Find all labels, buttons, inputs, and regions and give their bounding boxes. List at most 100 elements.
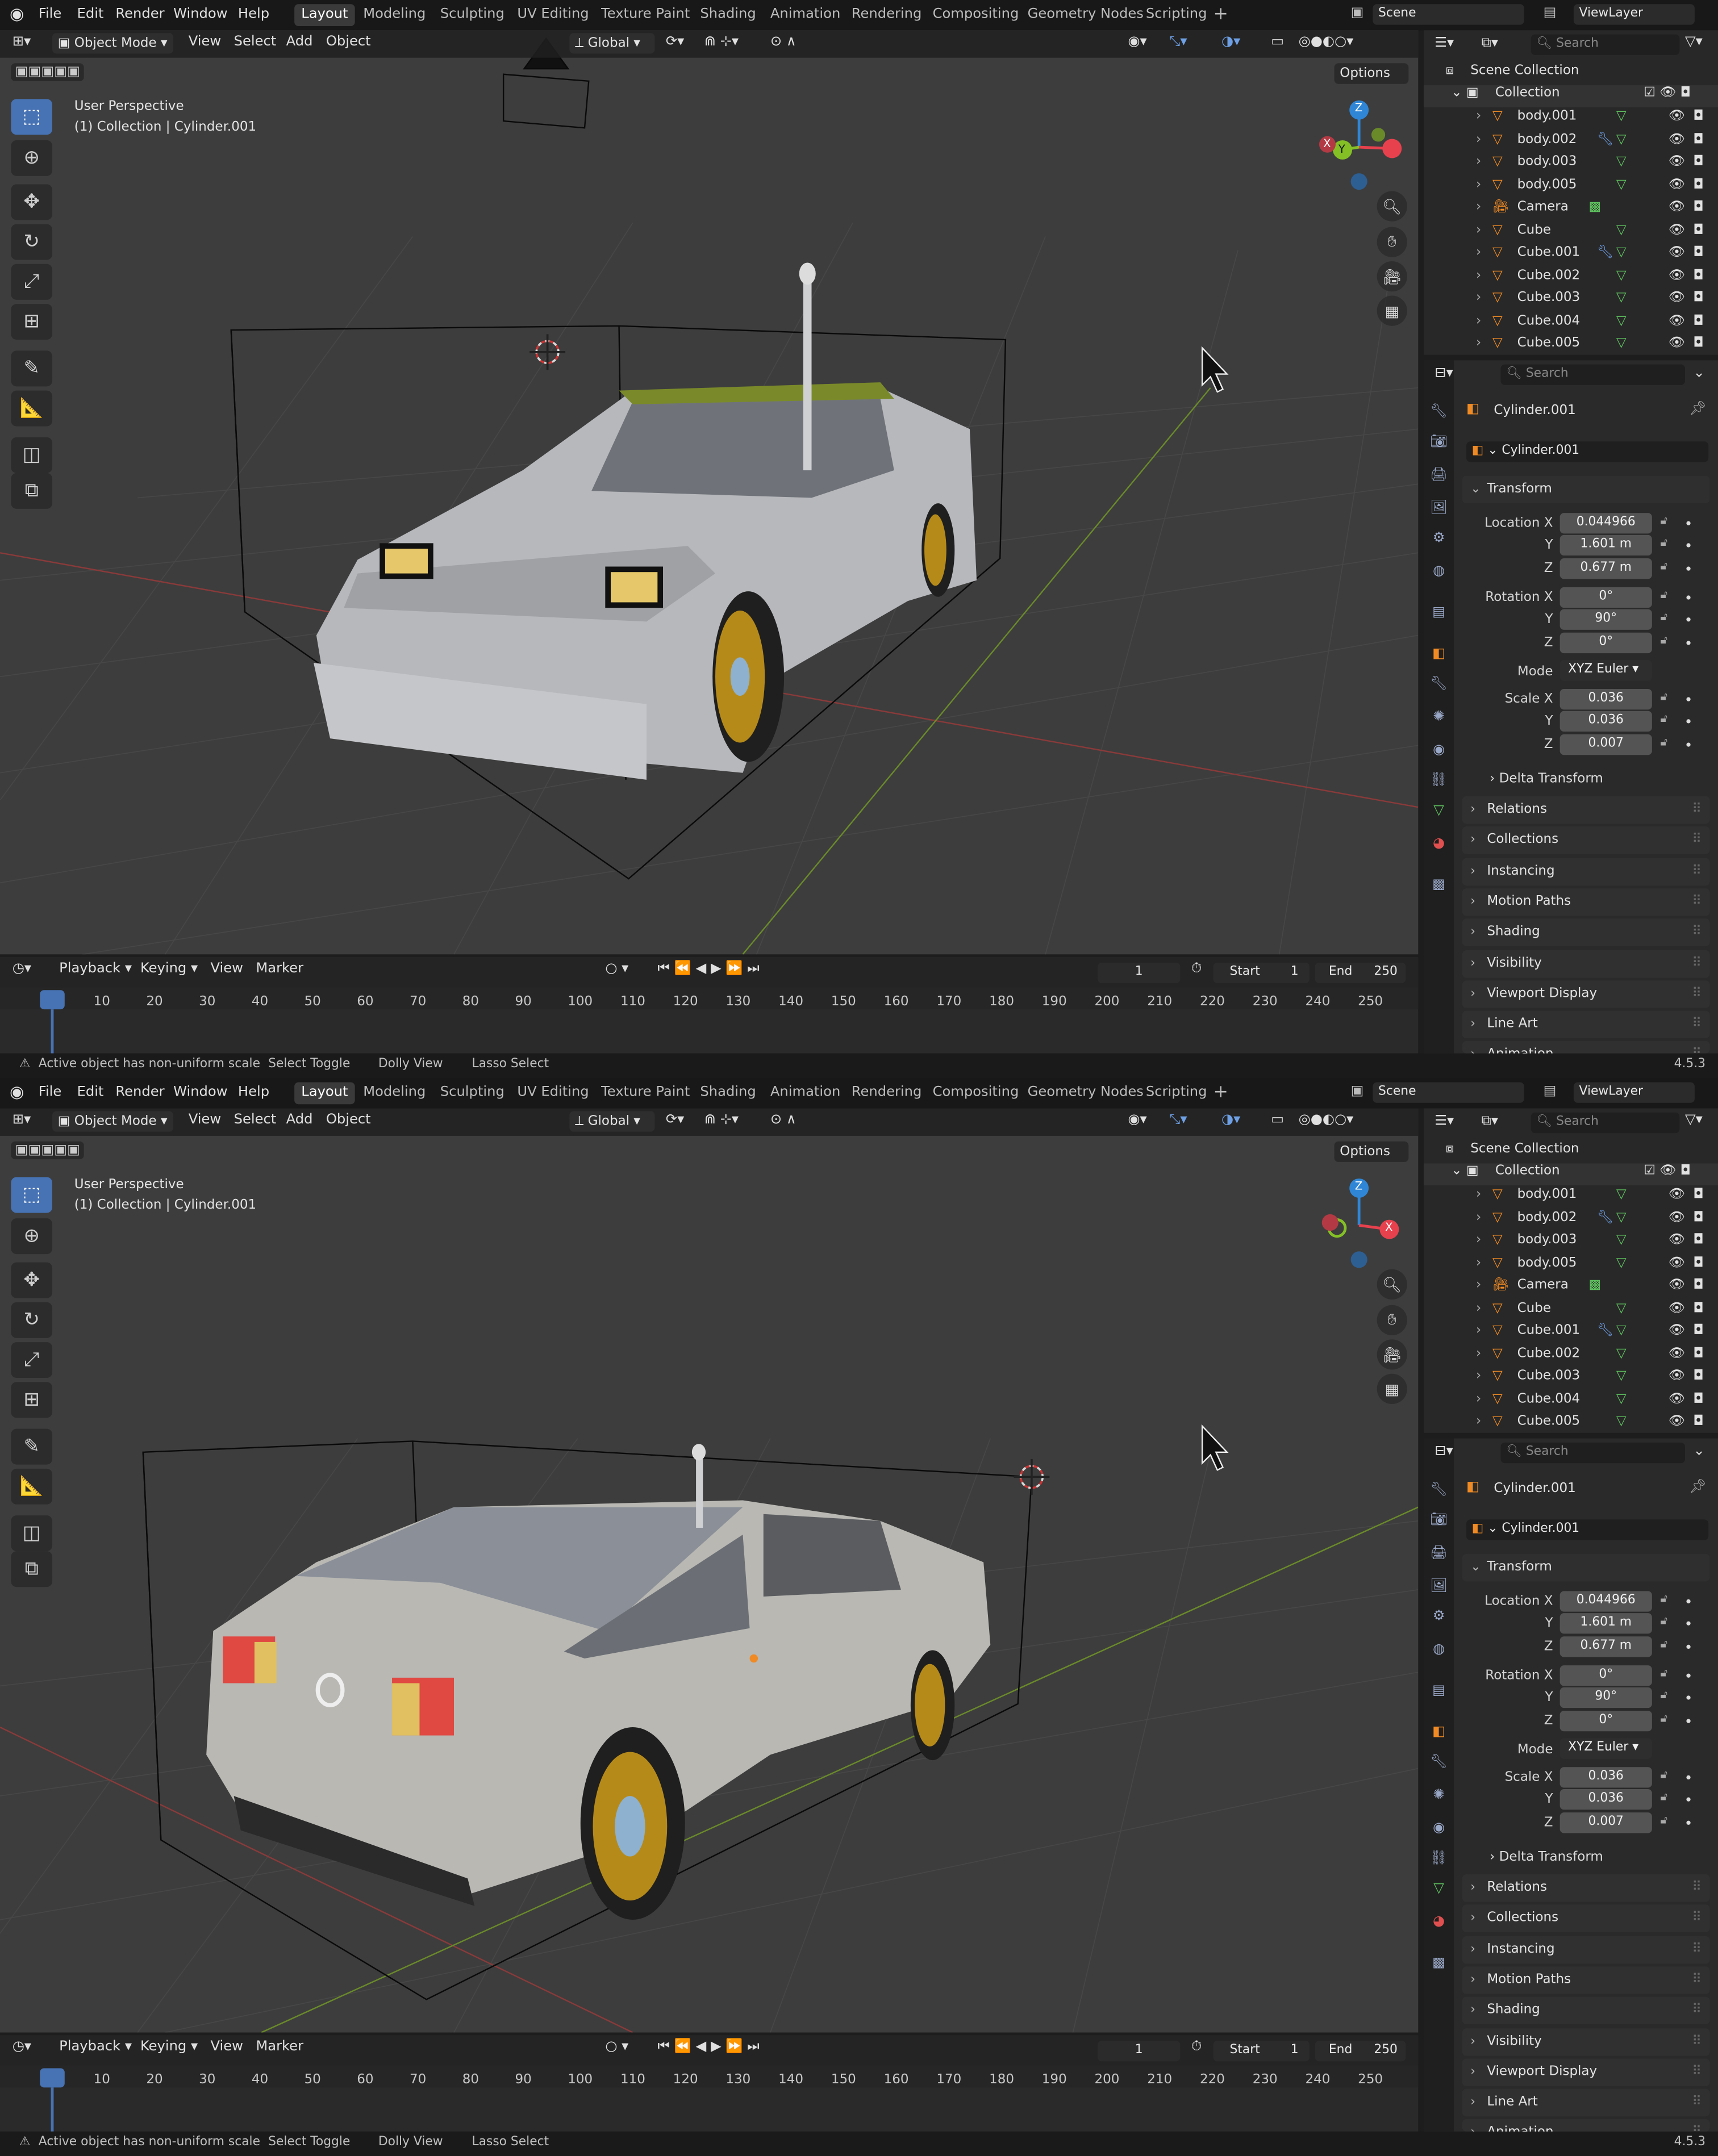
drag-handle-icon[interactable]: ⠿ [1692,796,1702,824]
world-icon[interactable]: ◍ [1428,1639,1450,1661]
scale-y-field[interactable]: 0.036 [1559,711,1652,732]
collection-props-icon[interactable]: ▤ [1428,1681,1450,1703]
menu-file[interactable]: File [39,1085,62,1100]
keyframe-dot-icon[interactable] [1686,742,1691,747]
pan-hand-icon[interactable]: ✋︎ [1377,227,1407,257]
outliner-row[interactable]: › ▽ body.001 ▽ 👁︎ ◘ [1424,108,1718,131]
3d-viewport[interactable]: Z Y X User Perspective (1) Collection | … [0,30,1419,955]
gizmo-toggle-icon[interactable]: ⤡▾ [1169,1113,1187,1128]
outliner-row[interactable]: › ▽ Cube.004 ▽ 👁︎ ◘ [1424,1391,1718,1413]
tool-settings-icon[interactable]: 🔧︎ [1428,1480,1450,1502]
render-camera-icon[interactable]: ◘ [1693,1300,1703,1315]
keyframe-dot-icon[interactable] [1686,521,1691,525]
outliner-search[interactable]: 🔍︎ Search [1531,34,1680,55]
camera-view-icon[interactable]: 🎥︎ [1377,1339,1407,1370]
timeline-editor-icon[interactable]: ◷▾ [12,961,31,976]
expand-chevron-icon[interactable]: › [1476,131,1481,147]
playhead[interactable] [40,990,65,1010]
start-frame-field[interactable]: Start 1 [1213,962,1310,984]
expand-chevron-icon[interactable]: › [1476,1232,1481,1247]
gizmo-toggle-icon[interactable]: ⤡▾ [1169,35,1187,50]
playback-controls[interactable]: ⏮ ⏪ ◀ ▶ ⏩ ⏭ [657,961,760,976]
keyframe-dot-icon[interactable] [1686,1719,1691,1723]
viewlayer-field[interactable]: ViewLayer [1573,4,1695,25]
keying-menu[interactable]: Keying ▾ [140,961,198,976]
outliner-row[interactable]: › ▽ Cube.004 ▽ 👁︎ ◘ [1424,313,1718,335]
mode-dropdown[interactable]: ▣ Object Mode ▾ [52,33,174,54]
keyframe-dot-icon[interactable] [1686,1775,1691,1780]
current-frame-field[interactable]: 1 [1098,962,1181,984]
scene-props-icon[interactable]: ⚙︎ [1428,528,1450,550]
menu-render[interactable]: Render [115,1085,164,1100]
expand-chevron-icon[interactable]: › [1476,1186,1481,1202]
add-workspace-icon[interactable]: + [1213,1082,1228,1102]
collection-props-icon[interactable]: ▤ [1428,602,1450,624]
drag-handle-icon[interactable]: ⠿ [1692,1936,1702,1963]
expand-chevron-icon[interactable]: › [1476,108,1481,124]
visibility-eye-icon[interactable]: 👁︎ [1669,1346,1685,1361]
tool-move[interactable]: ✥ [11,1262,53,1298]
keyframe-dot-icon[interactable] [1686,595,1691,600]
blender-logo-icon[interactable]: ◉ [10,1082,24,1101]
outliner-row[interactable]: › 🎥︎ Camera ▩ 👁︎ ◘ [1424,199,1718,222]
panel-relations[interactable]: › Relations ⠿ [1462,796,1710,824]
texture-icon[interactable]: ▩ [1428,1953,1450,1975]
tab-animation[interactable]: Animation [770,7,840,22]
menu-edit[interactable]: Edit [77,1085,104,1100]
menu-render[interactable]: Render [115,7,164,22]
particles-icon[interactable]: ✺ [1428,1785,1450,1807]
selection-mode-icons[interactable]: ▣▣▣▣▣ [11,1141,85,1160]
lock-icon[interactable]: 🔓︎ [1660,1689,1667,1702]
playback-menu[interactable]: Playback ▾ [59,2040,132,2055]
tool-move[interactable]: ✥ [11,184,53,220]
camera-view-icon[interactable]: 🎥︎ [1377,261,1407,292]
drag-handle-icon[interactable]: ⠿ [1692,950,1702,977]
outliner-row[interactable]: › ▽ Cube ▽ 👁︎ ◘ [1424,222,1718,244]
stopwatch-icon[interactable]: ⏱ [1191,2040,1202,2055]
delta-transform-subpanel[interactable]: › Delta Transform [1490,771,1603,787]
location-y-field[interactable]: 1.601 m [1559,1613,1652,1634]
options-button[interactable]: Options [1334,1141,1409,1162]
tab-modeling[interactable]: Modeling [363,7,426,22]
render-camera-icon[interactable]: ◘ [1693,1391,1703,1406]
drag-handle-icon[interactable]: ⠿ [1692,888,1702,916]
tab-sculpting[interactable]: Sculpting [440,1085,504,1100]
tool-add-cube[interactable]: ◫ [11,1515,53,1552]
drag-handle-icon[interactable]: ⠿ [1692,1966,1702,1994]
expand-chevron-icon[interactable]: › [1476,245,1481,260]
outliner-row[interactable]: › ▽ Cube.003 ▽ 👁︎ ◘ [1424,290,1718,312]
add-menu[interactable]: Add [286,1113,313,1128]
stopwatch-icon[interactable]: ⏱ [1191,961,1202,976]
keyframe-dot-icon[interactable]: ○ ▾ [605,2040,628,2055]
data-icon[interactable]: ▽ [1428,800,1450,822]
pivot-icon[interactable]: ⟳▾ [666,35,684,50]
properties-editor-icon[interactable]: ⊟▾ [1435,1444,1453,1459]
keyframe-dot-icon[interactable] [1686,1673,1691,1678]
output-icon[interactable]: 🖨︎ [1428,465,1450,487]
visibility-icon[interactable]: ◉▾ [1128,1113,1146,1128]
scene-collection-row[interactable]: ⧈ Scene Collection [1424,63,1718,85]
lock-icon[interactable]: 🔓︎ [1660,536,1667,550]
panel-animation[interactable]: ›Animation⠿ [1462,1041,1710,1054]
world-icon[interactable]: ◍ [1428,561,1450,583]
expand-chevron-icon[interactable]: › [1476,1368,1481,1384]
expand-chevron-icon[interactable]: › [1476,336,1481,351]
properties-options-icon[interactable]: ⌄ [1693,366,1704,381]
object-props-icon[interactable]: ◧ [1428,644,1450,666]
scene-field[interactable]: Scene [1373,1082,1524,1103]
expand-chevron-icon[interactable]: › [1476,1346,1481,1361]
playback-controls[interactable]: ⏮ ⏪ ◀ ▶ ⏩ ⏭ [657,2040,760,2055]
render-camera-icon[interactable]: ◘ [1693,336,1703,351]
drag-handle-icon[interactable]: ⠿ [1692,2120,1702,2132]
render-camera-icon[interactable]: ◘ [1693,313,1703,328]
lock-icon[interactable]: 🔓︎ [1660,1638,1667,1652]
render-camera-icon[interactable]: ◘ [1693,245,1703,260]
data-icon[interactable]: ▽ [1428,1878,1450,1900]
tool-rotate[interactable]: ↻ [11,1302,53,1338]
view-menu[interactable]: View [189,35,221,50]
outliner-row[interactable]: › ▽ Cube ▽ 👁︎ ◘ [1424,1300,1718,1322]
keyframe-dot-icon[interactable] [1686,617,1691,622]
lock-icon[interactable]: 🔓︎ [1660,1790,1667,1804]
pin-icon[interactable]: 📌︎ [1689,1480,1707,1495]
tab-layout[interactable]: Layout [294,4,355,27]
